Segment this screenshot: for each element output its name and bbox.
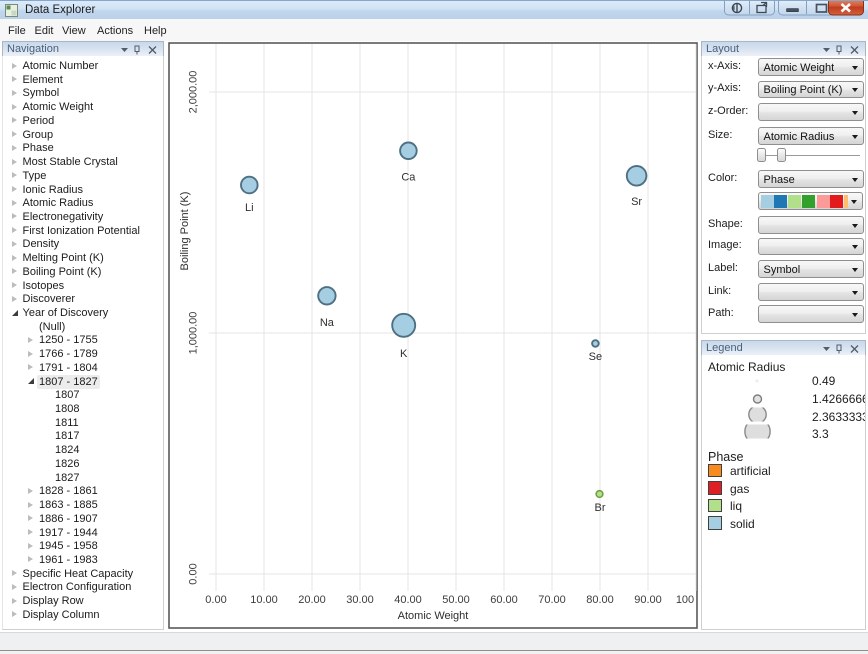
svg-text:80.00: 80.00 xyxy=(586,594,614,606)
svg-text:60.00: 60.00 xyxy=(490,594,518,606)
svg-text:100: 100 xyxy=(676,594,694,606)
svg-text:40.00: 40.00 xyxy=(394,594,422,606)
svg-text:Boiling Point (K): Boiling Point (K) xyxy=(179,192,191,271)
svg-text:70.00: 70.00 xyxy=(538,594,566,606)
svg-text:20.00: 20.00 xyxy=(298,594,326,606)
svg-text:0.00: 0.00 xyxy=(187,563,199,584)
svg-text:Sr: Sr xyxy=(631,196,642,208)
svg-text:Br: Br xyxy=(595,502,606,514)
svg-text:K: K xyxy=(400,348,408,360)
svg-text:Na: Na xyxy=(320,317,335,329)
svg-text:1,000.00: 1,000.00 xyxy=(187,312,199,355)
svg-text:30.00: 30.00 xyxy=(346,594,374,606)
svg-text:Li: Li xyxy=(245,202,254,214)
svg-text:50.00: 50.00 xyxy=(442,594,470,606)
svg-text:10.00: 10.00 xyxy=(250,594,278,606)
svg-text:0.00: 0.00 xyxy=(205,594,226,606)
svg-text:Ca: Ca xyxy=(401,172,416,184)
svg-text:Atomic Weight: Atomic Weight xyxy=(398,610,469,622)
svg-text:2,000.00: 2,000.00 xyxy=(187,71,199,114)
svg-text:Se: Se xyxy=(589,351,602,363)
svg-text:90.00: 90.00 xyxy=(634,594,662,606)
